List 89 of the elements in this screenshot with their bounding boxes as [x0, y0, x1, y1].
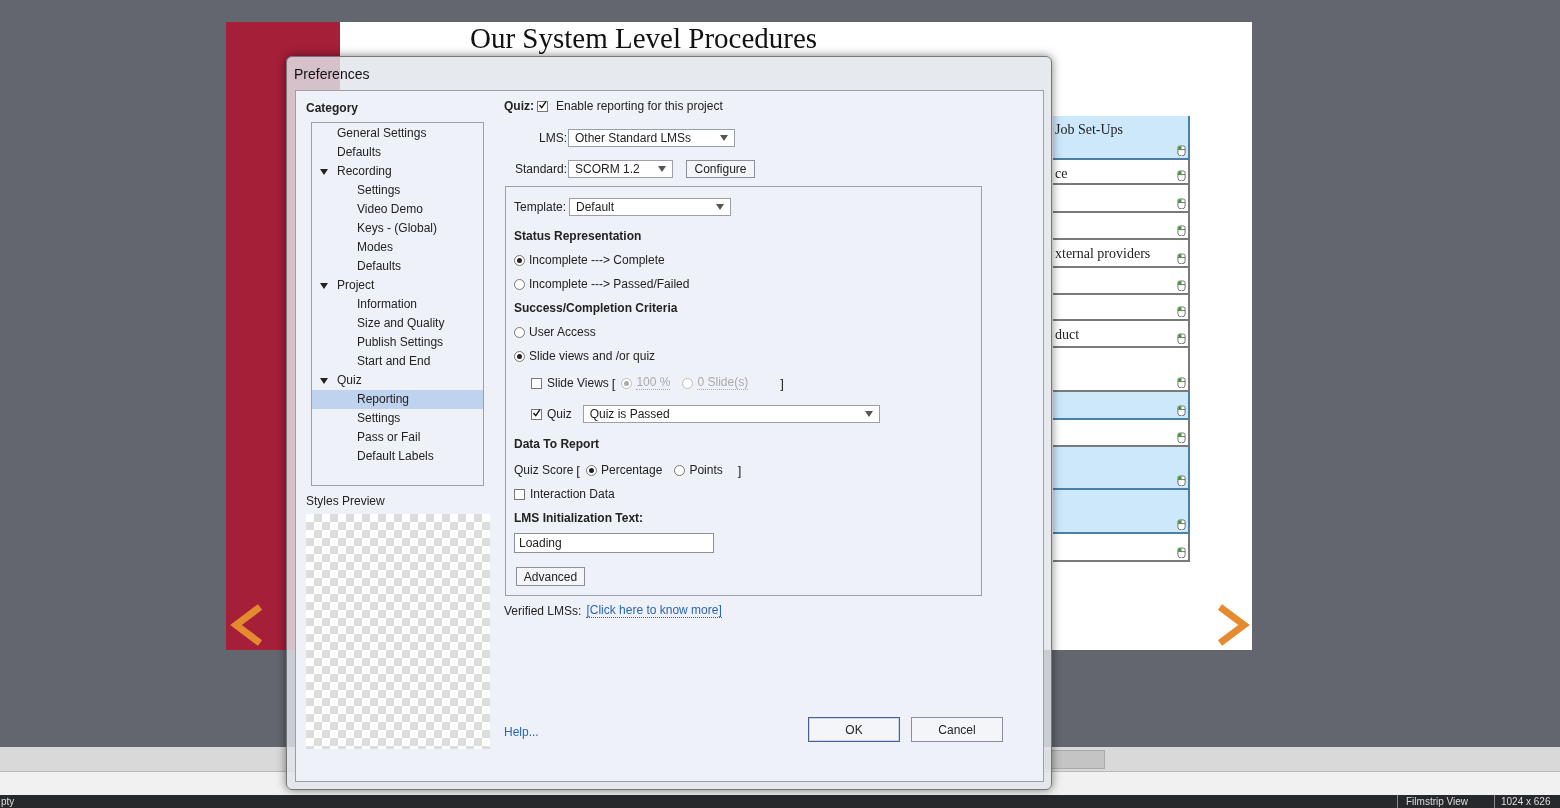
tree-item[interactable]: Quiz: [312, 371, 483, 390]
verified-lms-label: Verified LMSs:: [504, 604, 582, 618]
slide-views-checkbox[interactable]: [531, 377, 542, 389]
mouse-icon: [1177, 198, 1186, 209]
ok-button[interactable]: OK: [808, 717, 900, 742]
bracket: ]: [780, 375, 784, 391]
section-heading: LMS Initialization Text:: [514, 510, 645, 527]
tree-item[interactable]: Reporting: [312, 390, 483, 409]
template-dropdown[interactable]: Default: [569, 198, 732, 216]
caret-icon: [720, 135, 728, 141]
mouse-icon: [1177, 519, 1186, 530]
section-heading: Data To Report: [514, 436, 601, 453]
expand-triangle-icon[interactable]: [320, 281, 328, 290]
tree-item[interactable]: General Settings: [312, 124, 483, 143]
slide-title: Our System Level Procedures: [470, 22, 819, 55]
caret-icon: [716, 204, 725, 210]
checkbox-label: Quiz: [547, 407, 572, 421]
mouse-icon: [1177, 333, 1186, 344]
tree-item[interactable]: Information: [312, 295, 483, 314]
row-text: xternal providers: [1055, 246, 1151, 261]
radio-option[interactable]: Incomplete ---> Passed/Failed: [514, 277, 690, 291]
mouse-icon: [1177, 170, 1186, 181]
caret-icon: [658, 166, 666, 172]
template-label: Template:: [514, 200, 567, 214]
standard-dropdown[interactable]: SCORM 1.2: [568, 160, 673, 178]
know-more-link[interactable]: [Click here to know more]: [586, 604, 722, 618]
quiz-label: Quiz:: [504, 99, 534, 113]
caret-icon: [864, 411, 873, 417]
styles-preview-label: Styles Preview: [306, 494, 386, 510]
tree-item[interactable]: Defaults: [312, 143, 483, 162]
slide-size-label: 1024 x 626: [1500, 795, 1551, 808]
mouse-icon: [1177, 306, 1186, 317]
view-mode-label: Filmstrip View: [1398, 795, 1495, 808]
help-link[interactable]: Help...: [504, 724, 539, 739]
checkbox-label: Enable reporting for this project: [556, 99, 723, 113]
tree-item[interactable]: Pass or Fail: [312, 428, 483, 447]
mouse-icon: [1177, 145, 1186, 156]
checkbox-label: Interaction Data: [530, 487, 615, 501]
checkbox-label: Slide Views: [547, 376, 609, 390]
quiz-checkbox[interactable]: [531, 408, 542, 420]
initialization-text-field[interactable]: Loading: [514, 533, 714, 553]
tree-item[interactable]: Start and End: [312, 352, 483, 371]
expand-triangle-icon[interactable]: [320, 167, 328, 176]
row-text: Job Set-Ups: [1055, 122, 1124, 137]
tree-item[interactable]: Size and Quality: [312, 314, 483, 333]
mouse-icon: [1177, 253, 1186, 264]
advanced-button[interactable]: Advanced: [516, 567, 585, 586]
tree-item[interactable]: Defaults: [312, 257, 483, 276]
cancel-button[interactable]: Cancel: [911, 717, 1003, 742]
configure-button[interactable]: Configure: [686, 160, 755, 178]
tree-item[interactable]: Project: [312, 276, 483, 295]
mouse-icon: [1177, 547, 1186, 558]
bracket: [: [576, 462, 580, 478]
tree-item[interactable]: Modes: [312, 238, 483, 257]
enable-reporting-checkbox[interactable]: [537, 100, 548, 112]
radio-option[interactable]: Slide views and /or quiz: [514, 349, 656, 363]
tree-item[interactable]: Video Demo: [312, 200, 483, 219]
mouse-icon: [1177, 225, 1186, 236]
radio-option[interactable]: Percentage: [586, 463, 663, 477]
interaction-data-checkbox[interactable]: [514, 488, 525, 500]
lms-label: LMS:: [538, 131, 568, 145]
mouse-icon: [1177, 432, 1186, 443]
bracket: ]: [737, 462, 742, 478]
status-text: pty: [0, 795, 1398, 808]
window-title: Preferences: [294, 66, 370, 82]
radio-option[interactable]: Points: [674, 463, 723, 477]
tree-item[interactable]: Settings: [312, 181, 483, 200]
expand-triangle-icon[interactable]: [320, 376, 328, 385]
standard-label: Standard:: [513, 162, 568, 176]
mouse-icon: [1177, 475, 1186, 486]
row-text: duct: [1055, 327, 1080, 342]
quiz-score-label: Quiz Score: [514, 463, 574, 477]
tree-item[interactable]: Keys - (Global): [312, 219, 483, 238]
tree-item[interactable]: Publish Settings: [312, 333, 483, 352]
lms-dropdown[interactable]: Other Standard LMSs: [568, 129, 735, 147]
bracket: [: [611, 375, 616, 391]
mouse-icon: [1177, 377, 1186, 388]
tree-item[interactable]: Settings: [312, 409, 483, 428]
quiz-criterion-dropdown[interactable]: Quiz is Passed: [582, 405, 880, 423]
radio-option[interactable]: Incomplete ---> Complete: [514, 253, 665, 267]
section-heading: Status Representation: [514, 228, 643, 245]
tree-item[interactable]: Recording: [312, 162, 483, 181]
tree-item[interactable]: Default Labels: [312, 447, 483, 466]
category-heading: Category: [306, 101, 359, 117]
mouse-icon: [1177, 280, 1186, 291]
radio-option[interactable]: User Access: [514, 325, 596, 339]
row-text: ce: [1055, 166, 1068, 181]
mouse-icon: [1177, 405, 1186, 416]
section-heading: Success/Completion Criteria: [514, 300, 679, 317]
